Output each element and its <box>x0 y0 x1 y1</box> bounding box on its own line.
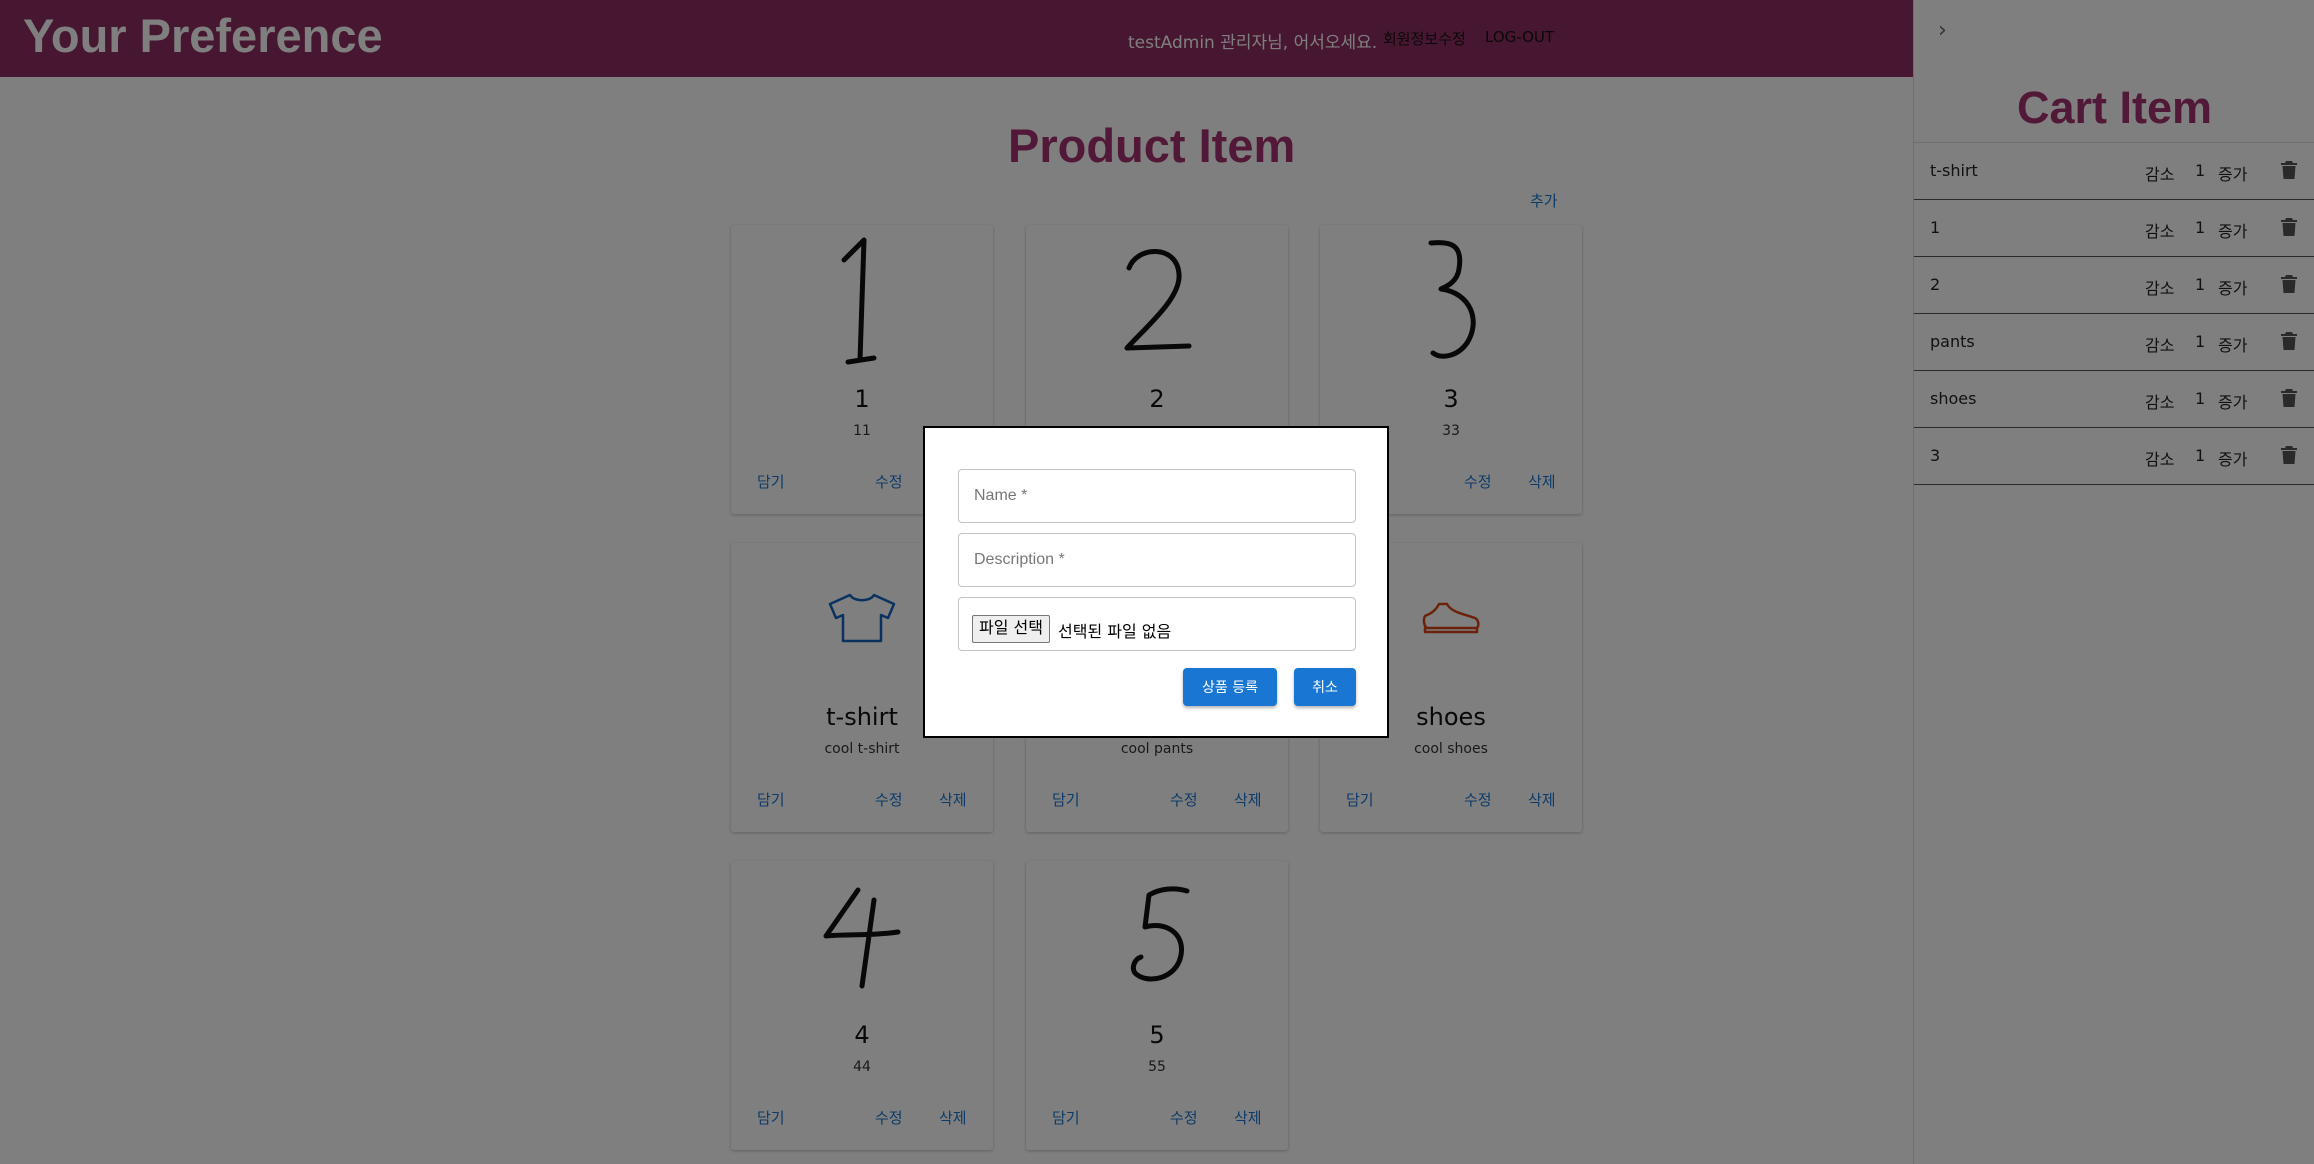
name-input[interactable] <box>972 470 1346 522</box>
add-product-dialog: 파일 선택 선택된 파일 없음 상품 등록 취소 <box>923 426 1389 738</box>
file-status: 선택된 파일 없음 <box>1058 622 1172 641</box>
file-select-button[interactable]: 파일 선택 <box>972 615 1050 643</box>
name-field <box>958 469 1356 523</box>
file-field: 파일 선택 선택된 파일 없음 <box>958 597 1356 651</box>
submit-button[interactable]: 상품 등록 <box>1183 668 1277 706</box>
description-field <box>958 533 1356 587</box>
cancel-button[interactable]: 취소 <box>1294 668 1356 706</box>
description-input[interactable] <box>972 534 1346 586</box>
